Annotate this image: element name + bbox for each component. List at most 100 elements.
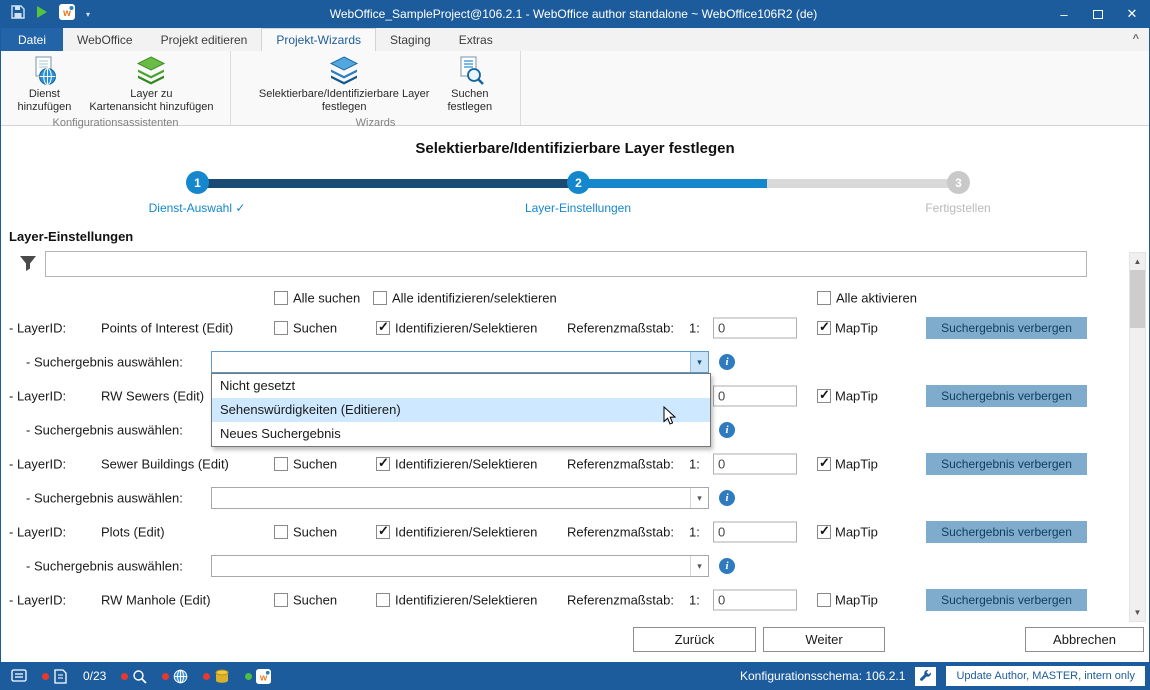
identifizieren-label: Identifizieren/Selektieren [395,321,537,336]
abbrechen-button[interactable]: Abbrechen [1025,627,1144,652]
info-icon[interactable]: i [719,558,735,574]
tab-projekt-editieren[interactable]: Projekt editieren [147,28,262,51]
konfigurationsschema-label: Konfigurationsschema: 106.2.1 [740,669,905,683]
scrollbar-thumb[interactable] [1130,270,1145,328]
tab-extras[interactable]: Extras [445,28,507,51]
maptip-checkbox[interactable] [817,525,831,539]
update-author-button[interactable]: Update Author, MASTER, intern only [946,666,1145,686]
chevron-down-icon[interactable]: ▾ [86,10,90,19]
suchen-checkbox[interactable] [274,457,288,471]
vertical-scrollbar[interactable]: ▲ ▼ [1129,252,1146,622]
suchergebnis-verbergen-button[interactable]: Suchergebnis verbergen [926,317,1087,339]
wizard-title: Selektierbare/Identifizierbare Layer fes… [1,140,1149,157]
dropdown-option[interactable]: Neues Suchergebnis [212,422,710,446]
collapse-ribbon-icon[interactable]: ^ [1133,33,1139,45]
suchergebnis-verbergen-button[interactable]: Suchergebnis verbergen [926,521,1087,543]
suchergebnis-combobox[interactable]: ▾ [211,555,709,577]
search-status-icon[interactable] [121,669,147,684]
alle-suchen-checkbox[interactable] [274,291,288,305]
ribbon-group-label: Konfigurationsassistenten [3,116,228,132]
suchergebnis-combobox[interactable]: ▾ [211,487,709,509]
alle-aktivieren-checkbox[interactable] [817,291,831,305]
maptip-label: MapTip [835,525,878,540]
svg-text:w: w [62,8,71,19]
referenzmassstab-input[interactable] [713,318,797,339]
weboffice-status-icon[interactable]: w [245,669,271,684]
suchergebnis-row: - Suchergebnis auswählen: ▾ i [1,481,1149,515]
close-button[interactable]: ✕ [1115,0,1149,28]
dienst-hinzufuegen-button[interactable]: Dienst hinzufügen [11,53,79,116]
identifizieren-checkbox[interactable] [376,457,390,471]
layer-block: - LayerID: Points of Interest (Edit) Suc… [1,311,1149,379]
dropdown-option-highlighted[interactable]: Sehenswürdigkeiten (Editieren) [212,398,710,422]
suchen-checkbox[interactable] [274,321,288,335]
info-icon[interactable]: i [719,422,735,438]
maximize-button[interactable] [1081,0,1115,28]
tab-staging[interactable]: Staging [376,28,445,51]
identifizieren-checkbox[interactable] [376,525,390,539]
scroll-down-icon[interactable]: ▼ [1130,604,1145,621]
filter-row [1,247,1149,281]
step-1-circle[interactable]: 1 [186,171,209,194]
referenzmassstab-input[interactable] [713,454,797,475]
tab-weboffice[interactable]: WebOffice [63,28,147,51]
suchergebnis-verbergen-button[interactable]: Suchergebnis verbergen [926,453,1087,475]
minimize-button[interactable]: – [1047,0,1081,28]
scroll-up-icon[interactable]: ▲ [1130,253,1145,270]
suchen-checkbox[interactable] [274,593,288,607]
tab-datei[interactable]: Datei [1,28,63,51]
ribbon-group-label: Wizards [233,116,518,132]
chevron-down-icon[interactable]: ▾ [690,488,708,508]
suchergebnis-verbergen-button[interactable]: Suchergebnis verbergen [926,385,1087,407]
layer-block: - LayerID: RW Manhole (Edit) Suchen Iden… [1,583,1149,617]
status-dot-red [203,673,210,680]
filter-funnel-icon [19,255,37,277]
save-icon[interactable] [11,5,25,24]
maptip-checkbox[interactable] [817,389,831,403]
referenzmassstab-label: Referenzmaßstab: [567,457,674,472]
suchen-festlegen-button[interactable]: Suchen festlegen [440,53,499,116]
wrench-icon[interactable] [915,667,936,686]
chevron-down-icon[interactable]: ▾ [690,556,708,576]
ribbon: Dienst hinzufügen Layer zu Kartenansicht… [1,51,1149,126]
layer-id-label: - LayerID: [9,525,66,540]
identifizieren-checkbox[interactable] [376,321,390,335]
referenzmassstab-input[interactable] [713,386,797,407]
layer-zu-kartenansicht-button[interactable]: Layer zu Kartenansicht hinzufügen [82,53,220,116]
maptip-label: MapTip [835,389,878,404]
globe-status-icon[interactable] [162,669,188,684]
suchen-label: Suchen [293,457,337,472]
maptip-checkbox[interactable] [817,321,831,335]
maptip-label: MapTip [835,321,878,336]
tab-projekt-wizards[interactable]: Projekt-Wizards [261,28,376,51]
referenzmassstab-label: Referenzmaßstab: [567,321,674,336]
run-icon[interactable] [36,5,48,23]
service-add-icon [29,55,59,86]
chevron-down-icon[interactable]: ▾ [690,352,708,372]
layer-settings-list: Alle suchen Alle identifizieren/selektie… [1,285,1149,617]
dropdown-option[interactable]: Nicht gesetzt [212,374,710,398]
info-icon[interactable]: i [719,490,735,506]
layer-block: - LayerID: Sewer Buildings (Edit) Suchen… [1,447,1149,515]
info-icon[interactable]: i [719,354,735,370]
log-panel-icon[interactable] [11,668,27,684]
selektierbare-layer-festlegen-button[interactable]: Selektierbare/Identifizierbare Layer fes… [252,53,437,116]
maptip-checkbox[interactable] [817,593,831,607]
identifizieren-checkbox[interactable] [376,593,390,607]
maptip-checkbox[interactable] [817,457,831,471]
suchergebnis-combobox[interactable]: ▾ Nicht gesetzt Sehenswürdigkeiten (Edit… [211,351,709,373]
database-status-icon[interactable] [203,669,230,684]
weiter-button[interactable]: Weiter [763,627,885,652]
step-2-label: Layer-Einstellungen [525,201,631,215]
suchergebnis-verbergen-button[interactable]: Suchergebnis verbergen [926,589,1087,611]
alle-identifizieren-checkbox[interactable] [373,291,387,305]
layer-filter-input[interactable] [45,251,1087,277]
zurueck-button[interactable]: Zurück [633,627,756,652]
combobox-value [212,352,690,372]
project-status-icon[interactable] [42,669,68,684]
referenzmassstab-input[interactable] [713,590,797,611]
suchergebnis-auswaehlen-label: - Suchergebnis auswählen: [26,355,183,370]
referenzmassstab-input[interactable] [713,522,797,543]
step-2-circle[interactable]: 2 [567,171,590,194]
suchen-checkbox[interactable] [274,525,288,539]
